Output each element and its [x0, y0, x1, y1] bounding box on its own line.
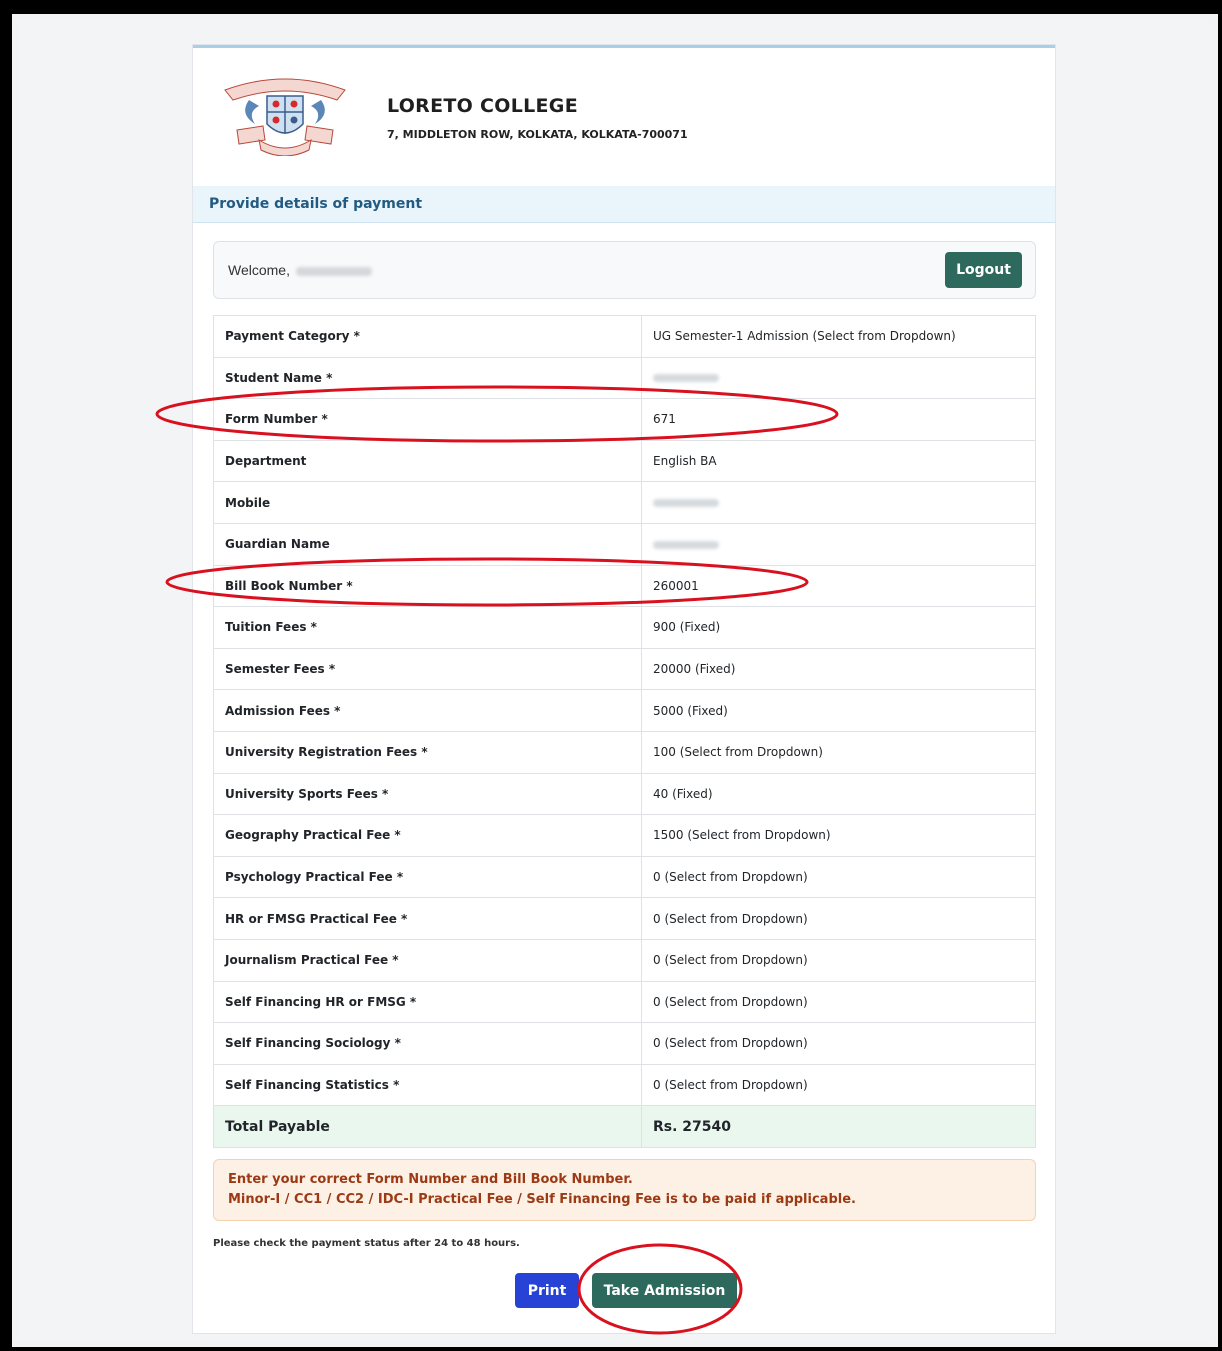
row-label: Psychology Practical Fee * — [213, 855, 642, 899]
row-value — [641, 522, 1036, 566]
welcome-message: Welcome, — [228, 262, 372, 278]
welcome-panel: Welcome, Logout — [213, 241, 1036, 299]
table-row: Form Number * 671 — [213, 398, 1036, 441]
payment-details-table: Payment Category * UG Semester-1 Admissio… — [213, 315, 1036, 1148]
row-value: 671 — [641, 398, 1036, 441]
table-row: Journalism Practical Fee * 0 (Select from… — [213, 938, 1036, 982]
table-row: Admission Fees * 5000 (Fixed) — [213, 689, 1036, 732]
notice-line-2: Minor-I / CC1 / CC2 / IDC-I Practical Fe… — [228, 1192, 856, 1207]
row-value: 0 (Select from Dropdown) — [641, 1022, 1036, 1065]
table-row: Payment Category * UG Semester-1 Admissio… — [213, 315, 1036, 358]
table-row: University Registration Fees * 100 (Selec… — [213, 730, 1036, 774]
row-label: Guardian Name — [213, 522, 642, 566]
welcome-label: Welcome, — [228, 262, 290, 278]
table-row: Bill Book Number * 260001 — [213, 564, 1036, 608]
row-value: 1500 (Select from Dropdown) — [641, 814, 1036, 857]
college-address: 7, MIDDLETON ROW, KOLKATA, KOLKATA-70007… — [387, 128, 688, 141]
row-value: 260001 — [641, 564, 1036, 608]
table-row: Psychology Practical Fee * 0 (Select from… — [213, 855, 1036, 899]
logout-button[interactable]: Logout — [945, 252, 1022, 288]
row-value: 0 (Select from Dropdown) — [641, 897, 1036, 940]
warning-notice: Enter your correct Form Number and Bill … — [213, 1159, 1036, 1221]
row-label: University Registration Fees * — [213, 730, 642, 774]
college-crest-logo — [224, 78, 346, 156]
table-row: Self Financing Sociology * 0 (Select from… — [213, 1022, 1036, 1065]
row-value: 900 (Fixed) — [641, 606, 1036, 649]
row-label: Tuition Fees * — [213, 606, 642, 649]
row-label: University Sports Fees * — [213, 772, 642, 816]
screenshot-frame: LORETO COLLEGE 7, MIDDLETON ROW, KOLKATA… — [0, 0, 1222, 1351]
row-value: 0 (Select from Dropdown) — [641, 1063, 1036, 1107]
table-row: University Sports Fees * 40 (Fixed) — [213, 772, 1036, 816]
row-label: Self Financing HR or FMSG * — [213, 980, 642, 1024]
table-row: Geography Practical Fee * 1500 (Select fr… — [213, 814, 1036, 857]
table-row: Mobile — [213, 481, 1036, 524]
row-value: 20000 (Fixed) — [641, 647, 1036, 691]
table-row: Tuition Fees * 900 (Fixed) — [213, 606, 1036, 649]
row-value: English BA — [641, 439, 1036, 483]
college-header: LORETO COLLEGE 7, MIDDLETON ROW, KOLKATA… — [193, 48, 1055, 187]
row-value: 0 (Select from Dropdown) — [641, 980, 1036, 1024]
table-row: Semester Fees * 20000 (Fixed) — [213, 647, 1036, 691]
row-value: 100 (Select from Dropdown) — [641, 730, 1036, 774]
payment-card: LORETO COLLEGE 7, MIDDLETON ROW, KOLKATA… — [192, 44, 1056, 1334]
total-row: Total Payable Rs. 27540 — [213, 1105, 1036, 1148]
table-row: Student Name * — [213, 356, 1036, 400]
row-label: Department — [213, 439, 642, 483]
print-button[interactable]: Print — [515, 1273, 579, 1308]
row-value — [641, 481, 1036, 524]
row-label: Journalism Practical Fee * — [213, 938, 642, 982]
total-value: Rs. 27540 — [641, 1105, 1036, 1148]
notice-line-1: Enter your correct Form Number and Bill … — [228, 1172, 633, 1187]
payment-details-body: Payment Category * UG Semester-1 Admissio… — [213, 315, 1036, 1148]
table-row: Self Financing Statistics * 0 (Select fro… — [213, 1063, 1036, 1107]
row-label: Student Name * — [213, 356, 642, 400]
table-row: Department English BA — [213, 439, 1036, 483]
redacted-user-name — [295, 266, 372, 276]
total-label: Total Payable — [213, 1105, 642, 1148]
row-value — [641, 356, 1036, 400]
row-label: Bill Book Number * — [213, 564, 642, 608]
row-label: Mobile — [213, 481, 642, 524]
row-value: UG Semester-1 Admission (Select from Dro… — [641, 315, 1036, 358]
row-value: 0 (Select from Dropdown) — [641, 938, 1036, 982]
row-value: 40 (Fixed) — [641, 772, 1036, 816]
table-row: Self Financing HR or FMSG * 0 (Select fro… — [213, 980, 1036, 1024]
row-value: 0 (Select from Dropdown) — [641, 855, 1036, 899]
row-label: Payment Category * — [213, 315, 642, 358]
row-label: Admission Fees * — [213, 689, 642, 732]
table-row: HR or FMSG Practical Fee * 0 (Select from… — [213, 897, 1036, 940]
section-title: Provide details of payment — [209, 196, 423, 212]
table-row: Guardian Name — [213, 522, 1036, 566]
row-label: HR or FMSG Practical Fee * — [213, 897, 642, 940]
row-label: Semester Fees * — [213, 647, 642, 691]
row-label: Self Financing Sociology * — [213, 1022, 642, 1065]
page-viewport: LORETO COLLEGE 7, MIDDLETON ROW, KOLKATA… — [10, 12, 1220, 1349]
take-admission-button[interactable]: Take Admission — [592, 1273, 737, 1308]
college-name: LORETO COLLEGE — [387, 95, 578, 117]
section-header: Provide details of payment — [193, 186, 1055, 223]
row-value: 5000 (Fixed) — [641, 689, 1036, 732]
row-label: Self Financing Statistics * — [213, 1063, 642, 1107]
row-label: Form Number * — [213, 398, 642, 441]
redacted-value — [653, 374, 719, 383]
redacted-value — [653, 540, 719, 549]
row-label: Geography Practical Fee * — [213, 814, 642, 857]
redacted-value — [653, 499, 719, 508]
payment-status-note: Please check the payment status after 24… — [213, 1238, 520, 1249]
